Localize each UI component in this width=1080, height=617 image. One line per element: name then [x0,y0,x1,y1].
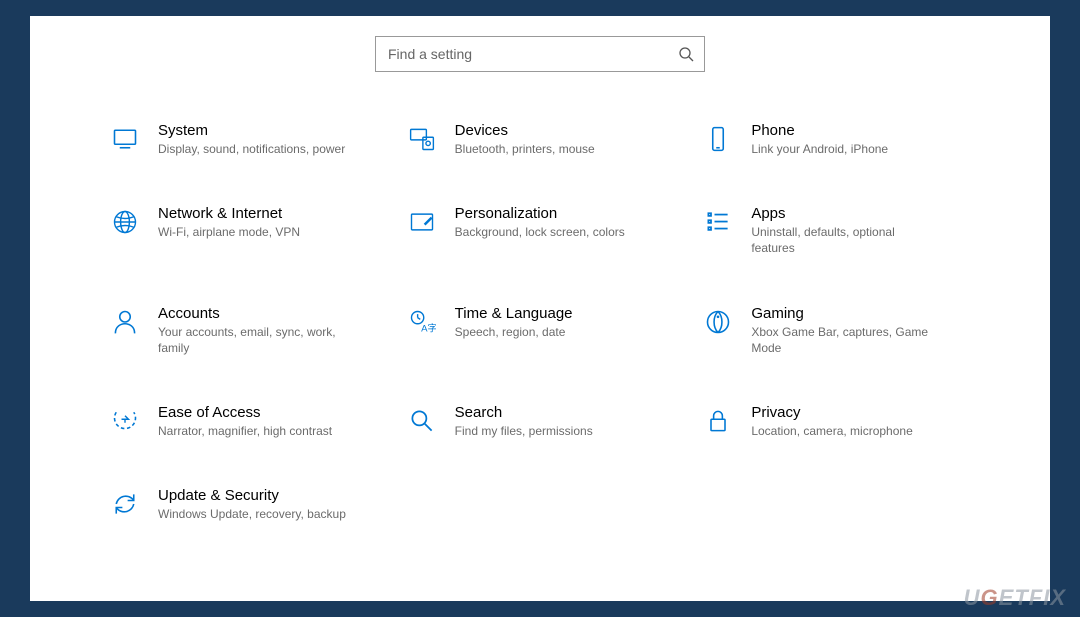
update-icon [110,489,140,519]
category-title: Devices [455,122,674,139]
category-apps[interactable]: Apps Uninstall, defaults, optional featu… [703,205,970,256]
category-desc: Your accounts, email, sync, work, family [158,324,348,356]
category-desc: Link your Android, iPhone [751,141,941,157]
devices-icon [407,124,437,154]
gaming-icon [703,307,733,337]
time-language-icon: A字 [407,307,437,337]
category-desc: Windows Update, recovery, backup [158,506,348,522]
category-text: Apps Uninstall, defaults, optional featu… [751,205,970,256]
category-desc: Find my files, permissions [455,423,645,439]
category-title: Ease of Access [158,404,377,421]
ease-of-access-icon [110,406,140,436]
lock-icon [703,406,733,436]
category-gaming[interactable]: Gaming Xbox Game Bar, captures, Game Mod… [703,305,970,356]
category-time-language[interactable]: A字 Time & Language Speech, region, date [407,305,674,356]
category-title: Time & Language [455,305,674,322]
search-input[interactable] [388,46,678,62]
category-desc: Display, sound, notifications, power [158,141,348,157]
category-text: Ease of Access Narrator, magnifier, high… [158,404,377,439]
category-update-security[interactable]: Update & Security Windows Update, recove… [110,487,377,522]
category-title: Privacy [751,404,970,421]
category-title: Update & Security [158,487,377,504]
category-ease-of-access[interactable]: Ease of Access Narrator, magnifier, high… [110,404,377,439]
search-container [30,36,1050,72]
watermark: UGETFIX [964,585,1066,611]
category-text: Search Find my files, permissions [455,404,674,439]
category-phone[interactable]: Phone Link your Android, iPhone [703,122,970,157]
category-title: Phone [751,122,970,139]
category-desc: Narrator, magnifier, high contrast [158,423,348,439]
apps-icon [703,207,733,237]
category-devices[interactable]: Devices Bluetooth, printers, mouse [407,122,674,157]
category-desc: Speech, region, date [455,324,645,340]
settings-window: System Display, sound, notifications, po… [30,16,1050,601]
person-icon [110,307,140,337]
magnifier-icon [407,406,437,436]
category-title: Gaming [751,305,970,322]
globe-icon [110,207,140,237]
category-text: Network & Internet Wi-Fi, airplane mode,… [158,205,377,240]
category-search[interactable]: Search Find my files, permissions [407,404,674,439]
category-text: Update & Security Windows Update, recove… [158,487,377,522]
category-privacy[interactable]: Privacy Location, camera, microphone [703,404,970,439]
category-title: System [158,122,377,139]
category-text: Devices Bluetooth, printers, mouse [455,122,674,157]
category-desc: Bluetooth, printers, mouse [455,141,645,157]
category-desc: Xbox Game Bar, captures, Game Mode [751,324,941,356]
category-text: Phone Link your Android, iPhone [751,122,970,157]
category-desc: Uninstall, defaults, optional features [751,224,941,256]
category-desc: Wi-Fi, airplane mode, VPN [158,224,348,240]
category-title: Network & Internet [158,205,377,222]
search-icon [678,46,694,62]
category-text: Privacy Location, camera, microphone [751,404,970,439]
system-icon [110,124,140,154]
search-box[interactable] [375,36,705,72]
category-accounts[interactable]: Accounts Your accounts, email, sync, wor… [110,305,377,356]
category-grid: System Display, sound, notifications, po… [30,122,1050,522]
category-desc: Background, lock screen, colors [455,224,645,240]
category-text: System Display, sound, notifications, po… [158,122,377,157]
category-text: Gaming Xbox Game Bar, captures, Game Mod… [751,305,970,356]
category-text: Time & Language Speech, region, date [455,305,674,340]
personalization-icon [407,207,437,237]
category-title: Apps [751,205,970,222]
category-title: Accounts [158,305,377,322]
category-title: Personalization [455,205,674,222]
category-text: Personalization Background, lock screen,… [455,205,674,240]
category-title: Search [455,404,674,421]
category-system[interactable]: System Display, sound, notifications, po… [110,122,377,157]
category-desc: Location, camera, microphone [751,423,941,439]
category-personalization[interactable]: Personalization Background, lock screen,… [407,205,674,256]
category-network[interactable]: Network & Internet Wi-Fi, airplane mode,… [110,205,377,256]
svg-text:A字: A字 [421,322,436,334]
category-text: Accounts Your accounts, email, sync, wor… [158,305,377,356]
phone-icon [703,124,733,154]
